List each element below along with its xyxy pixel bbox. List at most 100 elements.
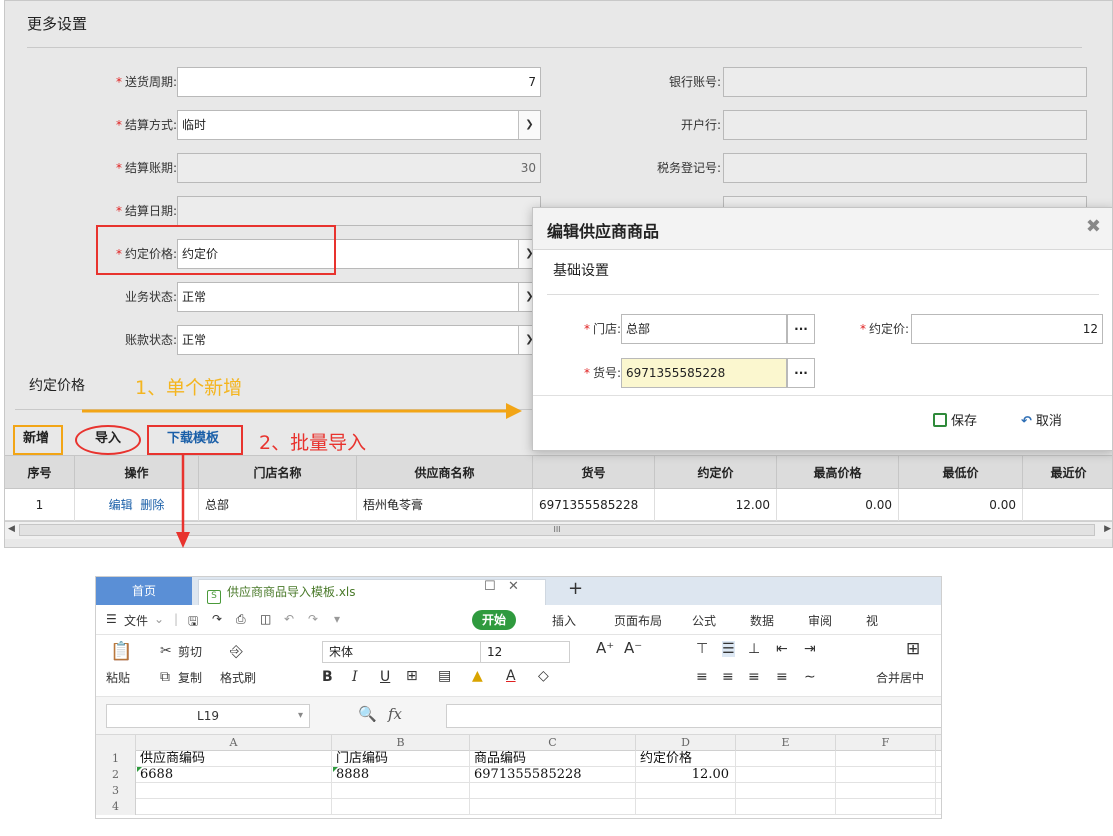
column-header[interactable]: D [636,735,736,751]
settle-method-select[interactable]: 临时 ❯ [177,110,541,140]
decrease-font-icon[interactable]: A⁻ [624,639,642,657]
row-header[interactable]: 4 [96,799,136,815]
grid-header-cell[interactable]: 最近价 [1023,456,1112,490]
monitor-icon[interactable]: ☐ [484,579,496,594]
format-painter-icon[interactable]: ⎆ [230,641,243,661]
fill-color-icon[interactable]: ▲ [472,668,483,684]
increase-font-icon[interactable]: A⁺ [596,639,614,657]
cell[interactable]: 约定价格 [636,751,736,767]
cell[interactable] [636,799,736,815]
underline-icon[interactable]: U [380,669,390,685]
function-icon[interactable]: fx [388,705,402,723]
more-dropdown-icon[interactable]: ▾ [334,612,340,626]
italic-icon[interactable]: I [352,669,358,685]
menu-file[interactable]: 文件 [124,612,148,629]
cancel-button[interactable]: ↶ 取消 [1021,410,1062,429]
scroll-thumb[interactable]: III [19,524,1095,536]
align-middle-icon[interactable]: ☰ [722,641,735,657]
grid-header-cell[interactable]: 供应商名称 [357,456,533,490]
cell[interactable] [636,783,736,799]
row-header[interactable]: 2 [96,767,136,783]
cell[interactable] [736,751,836,767]
share-icon[interactable]: ↷ [212,612,222,626]
cell[interactable]: 6971355585228 [470,767,636,783]
formula-input[interactable] [446,704,941,728]
align-left-icon[interactable]: ≡ [696,669,708,685]
distribute-icon[interactable]: ∼ [804,669,816,685]
grid-header-cell[interactable]: 操作 [75,456,199,490]
grid-header-cell[interactable]: 序号 [5,456,75,490]
sku-picker-button[interactable]: ··· [787,358,815,388]
grid-header-cell[interactable]: 最高价格 [777,456,899,490]
cell[interactable]: 12.00 [636,767,736,783]
menu-insert[interactable]: 插入 [552,612,576,629]
align-top-icon[interactable]: ⊤ [696,641,708,657]
undo-icon[interactable]: ↶ [284,612,294,626]
cell[interactable] [332,783,470,799]
menu-review[interactable]: 审阅 [808,612,832,629]
agreed-price-input[interactable]: 12 [911,314,1103,344]
font-select[interactable]: 宋体 [322,641,486,663]
menu-formula[interactable]: 公式 [692,612,716,629]
cell[interactable]: 门店编码 [332,751,470,767]
cell[interactable] [332,799,470,815]
grid-header-cell[interactable]: 约定价 [655,456,777,490]
paste-icon[interactable]: 📋 [110,641,132,662]
horizontal-scrollbar[interactable]: ◀ III ▶ [5,521,1112,539]
menu-page-layout[interactable]: 页面布局 [614,612,662,629]
grid-header-cell[interactable]: 货号 [533,456,655,490]
menu-start[interactable]: 开始 [472,610,517,630]
cell[interactable] [736,799,836,815]
column-header[interactable]: A [136,735,332,751]
format-painter-button[interactable]: 格式刷 [220,669,256,686]
column-header[interactable]: C [470,735,636,751]
cell[interactable] [470,783,636,799]
sku-input[interactable]: 6971355585228 [621,358,787,388]
column-header[interactable]: F [836,735,936,751]
cell[interactable] [736,767,836,783]
cell[interactable]: 供应商编码 [136,751,332,767]
cell[interactable]: 商品编码 [470,751,636,767]
cell[interactable] [836,799,936,815]
copy-icon[interactable]: ⧉ [160,669,170,685]
add-tab-icon[interactable]: + [568,578,583,599]
align-right-icon[interactable]: ≡ [748,669,760,685]
chevron-down-icon[interactable]: ❯ [518,111,540,139]
cell[interactable] [836,751,936,767]
acct-status-select[interactable]: 正常 ❯ [177,325,541,355]
cell[interactable] [470,799,636,815]
hamburger-icon[interactable]: ☰ [106,612,117,626]
justify-icon[interactable]: ≡ [776,669,788,685]
paste-button[interactable]: 粘贴 [106,669,130,686]
font-color-icon[interactable]: A [506,668,516,684]
tab-home[interactable]: 首页 [96,577,192,605]
bold-icon[interactable]: B [322,669,333,685]
cell[interactable]: 8888 [332,767,470,783]
clear-icon[interactable]: ◇ [538,668,549,684]
font-size-select[interactable]: 12 [480,641,570,663]
cell[interactable] [736,783,836,799]
table-row[interactable]: 1 编辑 删除 总部 梧州龟苓膏 6971355585228 12.00 0.0… [5,489,1112,521]
zoom-icon[interactable]: 🔍 [358,705,377,723]
column-header[interactable]: B [332,735,470,751]
row-header[interactable]: 1 [96,751,136,767]
redo-icon[interactable]: ↷ [308,612,318,626]
print-icon[interactable]: ⎙ [236,612,246,627]
border-icon[interactable]: ⊞ [406,668,418,684]
cell[interactable] [136,799,332,815]
save-icon[interactable]: 🖫 [188,612,198,633]
delete-link[interactable]: 删除 [140,498,164,512]
grid-header-cell[interactable]: 门店名称 [199,456,357,490]
row-header[interactable]: 3 [96,783,136,799]
cell[interactable] [836,767,936,783]
scroll-right-icon[interactable]: ▶ [1104,524,1111,534]
copy-button[interactable]: 复制 [178,669,202,686]
cell[interactable]: 6688 [136,767,332,783]
align-center-icon[interactable]: ≡ [722,669,734,685]
merge-center-button[interactable]: 合并居中 [876,669,924,686]
edit-link[interactable]: 编辑 [109,498,133,512]
cell-style-icon[interactable]: ▤ [438,668,451,684]
print-preview-icon[interactable]: ◫ [260,612,271,626]
cell[interactable] [836,783,936,799]
cell-name-box[interactable]: L19 ▾ [106,704,310,728]
